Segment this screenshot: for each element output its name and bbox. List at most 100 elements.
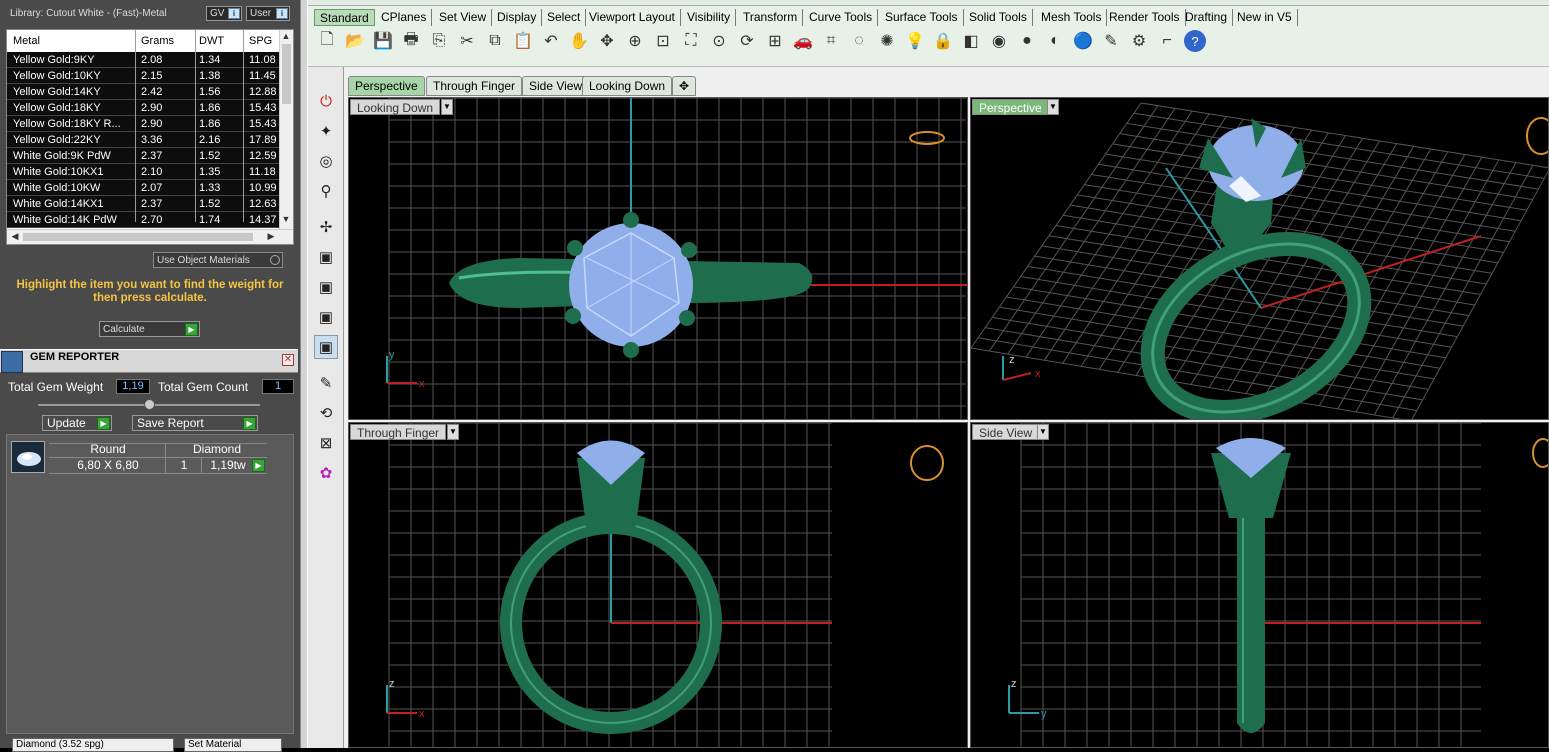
light-bulb-icon[interactable]: 💡 bbox=[904, 30, 926, 52]
box-icon[interactable]: ▣ bbox=[314, 245, 338, 269]
viewport-side-view[interactable]: z y Side View ▼ bbox=[970, 422, 1549, 748]
tab-set-view[interactable]: Set View bbox=[434, 9, 493, 26]
zoom-window-icon[interactable]: ⊡ bbox=[652, 30, 674, 52]
pen-icon[interactable]: ✎ bbox=[314, 371, 338, 395]
scroll-down-icon[interactable]: ▼ bbox=[280, 214, 292, 224]
node-icon[interactable]: ⚲ bbox=[314, 179, 338, 203]
render-sphere-icon[interactable]: ● bbox=[1016, 30, 1038, 52]
viewport-tab-through-finger[interactable]: Through Finger bbox=[426, 76, 523, 96]
table-row[interactable]: White Gold:14K PdW 2.70 1.74 14.37 bbox=[7, 212, 281, 228]
lock-icon[interactable]: 🔒 bbox=[932, 30, 954, 52]
chevron-down-icon[interactable]: ▼ bbox=[441, 99, 453, 115]
metal-table[interactable]: Metal Grams DWT SPG Yellow Gold:9KY 2.08 1… bbox=[6, 29, 294, 245]
open-folder-icon[interactable]: 📂 bbox=[344, 30, 366, 52]
tab-visibility[interactable]: Visibility bbox=[682, 9, 737, 26]
grid-snap-icon[interactable]: ⌗ bbox=[820, 30, 842, 52]
save-icon[interactable]: 💾 bbox=[372, 30, 394, 52]
viewport-through-finger[interactable]: z x Through Finger ▼ bbox=[348, 422, 968, 748]
viewport-perspective[interactable]: z x Perspective ▼ bbox=[970, 97, 1549, 420]
tab-cplanes[interactable]: CPlanes bbox=[376, 9, 433, 26]
size-slider-handle[interactable] bbox=[144, 399, 155, 410]
panel-splitter[interactable] bbox=[300, 0, 308, 748]
globe-icon[interactable]: ◎ bbox=[314, 149, 338, 173]
viewport-label[interactable]: Side View bbox=[972, 424, 1040, 440]
viewport-tab-looking-down[interactable]: Looking Down bbox=[582, 76, 673, 96]
move-icon[interactable]: ✥ bbox=[596, 30, 618, 52]
material-select[interactable]: Diamond (3.52 spg) bbox=[12, 738, 174, 752]
tab-curve-tools[interactable]: Curve Tools bbox=[804, 9, 879, 26]
paste-icon[interactable]: 📋 bbox=[512, 30, 534, 52]
gear-icon[interactable]: ⚙ bbox=[1128, 30, 1150, 52]
calculate-button[interactable]: Calculate ▶ bbox=[99, 321, 200, 337]
tab-standard[interactable]: Standard bbox=[314, 9, 375, 26]
scroll-thumb[interactable] bbox=[282, 44, 291, 104]
undo-icon[interactable]: ↶ bbox=[540, 30, 562, 52]
box-perspective-icon[interactable]: ▣ bbox=[314, 335, 338, 359]
four-viewports-icon[interactable]: ⊞ bbox=[764, 30, 786, 52]
viewport-tab-perspective[interactable]: Perspective bbox=[348, 76, 425, 96]
circle-icon[interactable]: ◌ bbox=[848, 30, 870, 52]
cut-icon[interactable]: ✂ bbox=[456, 30, 478, 52]
zoom-extents-icon[interactable]: ⛶ bbox=[680, 30, 702, 52]
zoom-in-icon[interactable]: ⊕ bbox=[624, 30, 646, 52]
zoom-selected-icon[interactable]: ⊙ bbox=[708, 30, 730, 52]
add-viewport-icon[interactable]: ✥ bbox=[672, 76, 697, 96]
user-toggle[interactable]: User i bbox=[246, 6, 290, 21]
rotate-view-icon[interactable]: ⟳ bbox=[736, 30, 758, 52]
tab-mesh-tools[interactable]: Mesh Tools bbox=[1036, 9, 1108, 26]
chevron-down-icon[interactable]: ▼ bbox=[1037, 424, 1049, 440]
scroll-thumb[interactable] bbox=[23, 233, 253, 241]
table-row[interactable]: Yellow Gold:18KY 2.90 1.86 15.43 bbox=[7, 100, 281, 116]
table-row[interactable]: Yellow Gold:18KY R... 2.90 1.86 15.43 bbox=[7, 116, 281, 132]
tab-render-tools[interactable]: Render Tools bbox=[1104, 9, 1186, 26]
import-icon[interactable]: ⎘ bbox=[428, 30, 450, 52]
print-icon[interactable]: 🖶 bbox=[400, 30, 422, 52]
cplane-icon[interactable]: ✢ bbox=[314, 215, 338, 239]
horizontal-scrollbar[interactable]: ◀ ▶ bbox=[7, 229, 293, 244]
tab-select[interactable]: Select bbox=[542, 9, 587, 26]
car-icon[interactable]: 🚗 bbox=[792, 30, 814, 52]
layers-icon[interactable]: ◧ bbox=[960, 30, 982, 52]
gem-list[interactable]: Round Diamond 6,80 X 6,80 1 1,19tw ▶ bbox=[6, 434, 294, 734]
table-row[interactable]: Yellow Gold:10KY 2.15 1.38 11.45 bbox=[7, 68, 281, 84]
viewport-label[interactable]: Looking Down bbox=[350, 99, 441, 115]
blue-sphere-icon[interactable]: 🔵 bbox=[1072, 30, 1094, 52]
power-icon[interactable]: ⏻ bbox=[314, 89, 338, 113]
tab-drafting[interactable]: Drafting bbox=[1180, 9, 1234, 26]
table-row[interactable]: White Gold:10KW 2.07 1.33 10.99 bbox=[7, 180, 281, 196]
viewport-looking-down[interactable]: y x Looking Down ▼ bbox=[348, 97, 968, 420]
col-grams[interactable]: Grams bbox=[141, 35, 174, 47]
col-metal[interactable]: Metal bbox=[13, 35, 40, 47]
viewport-tab-side-view[interactable]: Side View bbox=[522, 76, 590, 96]
vertical-scrollbar[interactable]: ▲ ▼ bbox=[279, 30, 293, 229]
tab-display[interactable]: Display bbox=[492, 9, 543, 26]
color-wheel-icon[interactable]: ◉ bbox=[988, 30, 1010, 52]
table-row[interactable]: White Gold:10KX1 2.10 1.35 11.18 bbox=[7, 164, 281, 180]
help-icon[interactable]: ? bbox=[1184, 30, 1206, 52]
scroll-up-icon[interactable]: ▲ bbox=[280, 31, 292, 41]
set-material-button[interactable]: Set Material bbox=[184, 738, 282, 752]
table-row[interactable]: Yellow Gold:14KY 2.42 1.56 12.88 bbox=[7, 84, 281, 100]
tab-solid-tools[interactable]: Solid Tools bbox=[964, 9, 1033, 26]
material-sphere-icon[interactable]: ◐ bbox=[1044, 30, 1066, 52]
chevron-down-icon[interactable]: ▼ bbox=[447, 424, 459, 440]
tab-new-in-v5[interactable]: New in V5 bbox=[1232, 9, 1298, 26]
table-row[interactable]: Yellow Gold:9KY 2.08 1.34 11.08 bbox=[7, 52, 281, 68]
chevron-down-icon[interactable]: ▼ bbox=[1047, 99, 1059, 115]
play-icon[interactable]: ▶ bbox=[252, 459, 265, 472]
scroll-left-icon[interactable]: ◀ bbox=[9, 231, 21, 242]
axis-icon[interactable]: ✦ bbox=[314, 119, 338, 143]
box-side-icon[interactable]: ▣ bbox=[314, 305, 338, 329]
flower-icon[interactable]: ✿ bbox=[314, 461, 338, 485]
viewport-label[interactable]: Through Finger bbox=[350, 424, 447, 440]
close-icon[interactable]: ✕ bbox=[282, 354, 294, 366]
copy-icon[interactable]: ⧉ bbox=[484, 30, 506, 52]
point-icon[interactable]: ✺ bbox=[876, 30, 898, 52]
table-row[interactable]: White Gold:9K PdW 2.37 1.52 12.59 bbox=[7, 148, 281, 164]
tab-transform[interactable]: Transform bbox=[738, 9, 804, 26]
radio-icon[interactable] bbox=[270, 255, 280, 265]
use-object-materials[interactable]: Use Object Materials bbox=[153, 252, 283, 268]
new-file-icon[interactable]: 🗋 bbox=[316, 30, 338, 52]
tab-surface-tools[interactable]: Surface Tools bbox=[880, 9, 964, 26]
delete-icon[interactable]: ⊠ bbox=[314, 431, 338, 455]
